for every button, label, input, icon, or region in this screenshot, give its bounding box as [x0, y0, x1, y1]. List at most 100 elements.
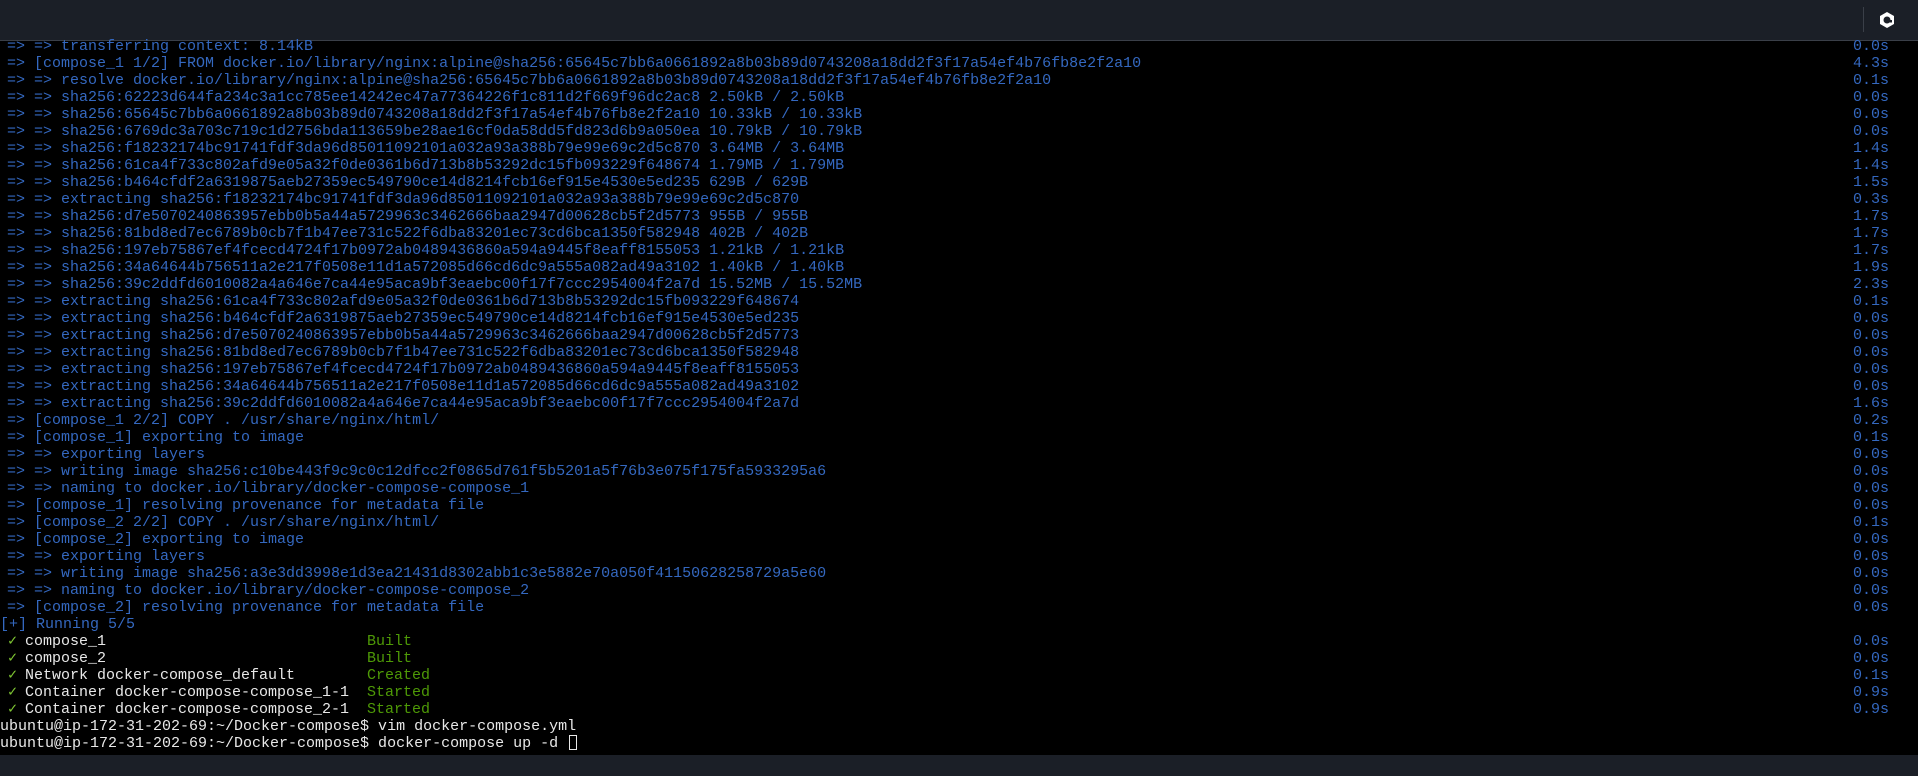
- resource-name: compose_2: [25, 650, 107, 667]
- resource-name: compose_1: [25, 633, 107, 650]
- log-text: => => writing image sha256:a3e3dd3998e1d…: [7, 565, 827, 582]
- build-log-line: => => writing image sha256:a3e3dd3998e1d…: [0, 565, 1918, 582]
- step-duration: 0.0s: [1853, 599, 1890, 616]
- step-duration: 0.0s: [1853, 582, 1890, 599]
- build-log-line: => => sha256:61ca4f733c802afd9e05a32f0de…: [0, 157, 1918, 174]
- toolbar-divider: [1863, 7, 1864, 32]
- checkmark-icon: ✓: [8, 701, 18, 718]
- log-text: => => writing image sha256:c10be443f9c9c…: [7, 463, 827, 480]
- step-duration: 0.0s: [1853, 463, 1890, 480]
- build-log-line: => => extracting sha256:81bd8ed7ec6789b0…: [0, 344, 1918, 361]
- step-duration: 0.0s: [1853, 446, 1890, 463]
- log-text: => [compose_1 2/2] COPY . /usr/share/ngi…: [7, 412, 440, 429]
- build-log-line: => => extracting sha256:61ca4f733c802afd…: [0, 293, 1918, 310]
- log-text: => => sha256:d7e5070240863957ebb0b5a44a5…: [7, 208, 809, 225]
- step-duration: 0.1s: [1853, 514, 1890, 531]
- prompt-command: ubuntu@ip-172-31-202-69:~/Docker-compose…: [0, 718, 577, 735]
- build-log-line: => => sha256:34a64644b756511a2e217f0508e…: [0, 259, 1918, 276]
- build-log-line: => => naming to docker.io/library/docker…: [0, 480, 1918, 497]
- result-line: ✓ Network docker-compose_default Created 0.…: [0, 667, 1918, 684]
- step-duration: 0.1s: [1853, 667, 1890, 684]
- result-line: ✓ compose_1 Built 0.0s: [0, 633, 1918, 650]
- result-line: ✓ Container docker-compose-compose_1-1 Sta…: [0, 684, 1918, 701]
- log-text: => => extracting sha256:39c2ddfd6010082a…: [7, 395, 800, 412]
- log-text: => [compose_2 2/2] COPY . /usr/share/ngi…: [7, 514, 440, 531]
- log-text: => => naming to docker.io/library/docker…: [7, 582, 530, 599]
- build-log-line: => => sha256:197eb75867ef4fcecd4724f17b0…: [0, 242, 1918, 259]
- step-duration: 0.0s: [1853, 633, 1890, 650]
- build-log-line: => => sha256:62223d644fa234c3a1cc785ee14…: [0, 89, 1918, 106]
- step-duration: 0.0s: [1853, 106, 1890, 123]
- step-duration: 4.3s: [1853, 55, 1890, 72]
- resource-name: Container docker-compose-compose_2-1: [25, 701, 350, 718]
- build-log-line: => => sha256:39c2ddfd6010082a4a646e7ca44…: [0, 276, 1918, 293]
- log-text: => => exporting layers: [7, 548, 206, 565]
- checkmark-icon: ✓: [8, 650, 18, 667]
- step-duration: 0.0s: [1853, 344, 1890, 361]
- log-text: => => transferring context: 8.14kB: [7, 38, 314, 55]
- step-duration: 1.5s: [1853, 174, 1890, 191]
- log-text: => => sha256:b464cfdf2a6319875aeb27359ec…: [7, 174, 809, 191]
- resource-status: Created: [367, 667, 431, 684]
- step-duration: 1.4s: [1853, 157, 1890, 174]
- build-log-line: => [compose_1 1/2] FROM docker.io/librar…: [0, 55, 1918, 72]
- terminal-top-bar: [0, 0, 1918, 41]
- log-text: => => resolve docker.io/library/nginx:al…: [7, 72, 1052, 89]
- step-duration: 0.0s: [1853, 327, 1890, 344]
- resource-name: Container docker-compose-compose_1-1: [25, 684, 350, 701]
- log-text: => [compose_1] resolving provenance for …: [7, 497, 485, 514]
- log-text: => => exporting layers: [7, 446, 206, 463]
- log-text: => => sha256:39c2ddfd6010082a4a646e7ca44…: [7, 276, 863, 293]
- resource-status: Started: [367, 684, 431, 701]
- log-text: => => sha256:81bd8ed7ec6789b0cb7f1b47ee7…: [7, 225, 809, 242]
- build-log-line: => => extracting sha256:f18232174bc91741…: [0, 191, 1918, 208]
- log-text: => => sha256:61ca4f733c802afd9e05a32f0de…: [7, 157, 845, 174]
- step-duration: 1.7s: [1853, 208, 1890, 225]
- running-text: [+] Running 5/5: [0, 616, 136, 633]
- build-log-line: => [compose_2] resolving provenance for …: [0, 599, 1918, 616]
- step-duration: 0.0s: [1853, 378, 1890, 395]
- build-log-line: => => sha256:81bd8ed7ec6789b0cb7f1b47ee7…: [0, 225, 1918, 242]
- log-text: => => extracting sha256:f18232174bc91741…: [7, 191, 800, 208]
- checkmark-icon: ✓: [8, 667, 18, 684]
- build-log-line: => [compose_2] exporting to image 0.0s: [0, 531, 1918, 548]
- step-duration: 0.0s: [1853, 497, 1890, 514]
- step-duration: 0.0s: [1853, 123, 1890, 140]
- build-log-line: => => sha256:f18232174bc91741fdf3da96d85…: [0, 140, 1918, 157]
- build-log-line: => => extracting sha256:197eb75867ef4fce…: [0, 361, 1918, 378]
- step-duration: 0.9s: [1853, 684, 1890, 701]
- build-log-line: => [compose_1] exporting to image 0.1s: [0, 429, 1918, 446]
- log-text: => => sha256:62223d644fa234c3a1cc785ee14…: [7, 89, 845, 106]
- log-text: => => extracting sha256:d7e5070240863957…: [7, 327, 800, 344]
- step-duration: 0.9s: [1853, 701, 1890, 718]
- shell-prompt-line: ubuntu@ip-172-31-202-69:~/Docker-compose…: [0, 735, 1918, 752]
- log-text: => => extracting sha256:b464cfdf2a631987…: [7, 310, 800, 327]
- running-status-line: [+] Running 5/5: [0, 616, 1918, 633]
- build-log-line: => [compose_2 2/2] COPY . /usr/share/ngi…: [0, 514, 1918, 531]
- step-duration: 1.6s: [1853, 395, 1890, 412]
- log-text: => [compose_1] exporting to image: [7, 429, 305, 446]
- checkmark-icon: ✓: [8, 633, 18, 650]
- step-duration: 1.7s: [1853, 242, 1890, 259]
- shell-prompt-line: ubuntu@ip-172-31-202-69:~/Docker-compose…: [0, 718, 1918, 735]
- hexagon-logo-icon[interactable]: [1878, 11, 1896, 29]
- prompt-command: ubuntu@ip-172-31-202-69:~/Docker-compose…: [0, 735, 578, 752]
- build-log-line: => => exporting layers 0.0s: [0, 548, 1918, 565]
- terminal-cursor[interactable]: [569, 735, 578, 750]
- build-log-line: => => writing image sha256:c10be443f9c9c…: [0, 463, 1918, 480]
- step-duration: 0.0s: [1853, 650, 1890, 667]
- log-text: => [compose_1 1/2] FROM docker.io/librar…: [7, 55, 1142, 72]
- build-log-line: => => sha256:b464cfdf2a6319875aeb27359ec…: [0, 174, 1918, 191]
- resource-name: Network docker-compose_default: [25, 667, 296, 684]
- build-log-line: => [compose_1] resolving provenance for …: [0, 497, 1918, 514]
- build-log-line: => => sha256:65645c7bb6a0661892a8b03b89d…: [0, 106, 1918, 123]
- log-text: => => sha256:197eb75867ef4fcecd4724f17b0…: [7, 242, 845, 259]
- result-line: ✓ compose_2 Built 0.0s: [0, 650, 1918, 667]
- log-text: => => sha256:f18232174bc91741fdf3da96d85…: [7, 140, 845, 157]
- terminal-output[interactable]: => => transferring context: 8.14kB 0.0s =>…: [0, 38, 1918, 755]
- result-line: ✓ Container docker-compose-compose_2-1 Sta…: [0, 701, 1918, 718]
- build-log-line: => => extracting sha256:b464cfdf2a631987…: [0, 310, 1918, 327]
- build-log-line: => => extracting sha256:34a64644b756511a…: [0, 378, 1918, 395]
- build-log-line: => => extracting sha256:d7e5070240863957…: [0, 327, 1918, 344]
- log-text: => => extracting sha256:197eb75867ef4fce…: [7, 361, 800, 378]
